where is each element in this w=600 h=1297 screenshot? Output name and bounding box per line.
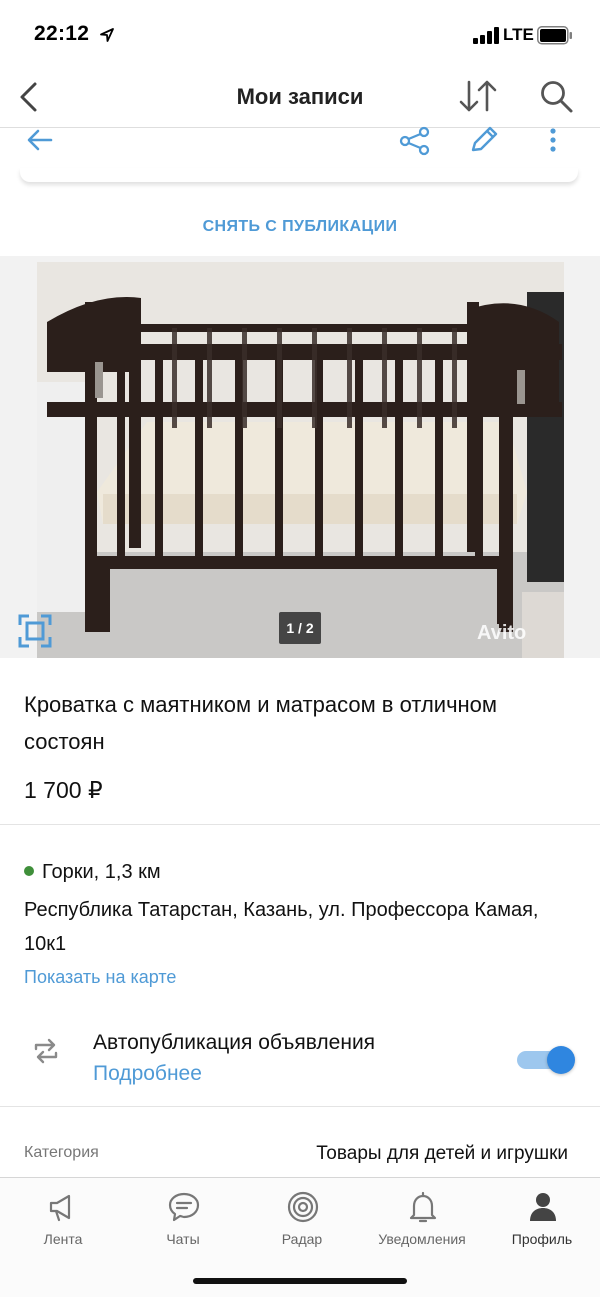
photo-counter: 1 / 2 xyxy=(279,612,321,644)
share-icon[interactable] xyxy=(398,126,432,156)
divider xyxy=(0,824,600,825)
location-arrow-icon xyxy=(100,28,114,42)
signal-icon xyxy=(473,27,501,44)
address: Республика Татарстан, Казань, ул. Профес… xyxy=(24,899,539,955)
metro-dot-icon xyxy=(24,866,34,876)
profile-icon xyxy=(530,1193,556,1221)
radar-icon xyxy=(287,1191,319,1223)
crib-photo xyxy=(37,262,564,658)
metro-station: Горки, 1,3 км xyxy=(24,861,161,884)
more-options-icon[interactable] xyxy=(545,126,561,156)
navigation-bar: Мои записи xyxy=(0,70,600,128)
autopublish-title: Автопубликация объявления xyxy=(93,1031,376,1054)
tab-label: Уведомления xyxy=(378,1231,466,1247)
edit-pencil-icon[interactable] xyxy=(467,124,501,156)
back-arrow-icon[interactable] xyxy=(25,128,57,154)
tab-chats[interactable]: Чаты xyxy=(123,1178,243,1258)
avito-watermark: Avito xyxy=(477,622,527,644)
divider xyxy=(0,1106,600,1107)
home-indicator xyxy=(193,1278,407,1284)
megaphone-icon xyxy=(49,1194,71,1222)
sort-icon[interactable] xyxy=(457,78,501,114)
chat-icon xyxy=(168,1192,200,1222)
category-value: Товары для детей и игрушки xyxy=(316,1143,568,1164)
category-label: Категория xyxy=(24,1144,99,1161)
tab-profile[interactable]: Профиль xyxy=(482,1178,600,1258)
tab-radar[interactable]: Радар xyxy=(242,1178,362,1258)
page-title: Мои записи xyxy=(236,84,364,109)
fullscreen-icon[interactable] xyxy=(17,613,53,649)
tab-label: Лента xyxy=(43,1231,83,1247)
autopublish-more-link[interactable]: Подробнее xyxy=(93,1062,202,1086)
autopublish-toggle[interactable] xyxy=(517,1046,575,1074)
unpublish-button[interactable]: СНЯТЬ С ПУБЛИКАЦИИ xyxy=(0,218,600,236)
search-icon[interactable] xyxy=(538,78,574,114)
status-bar: 22:12 LTE xyxy=(0,0,600,70)
repeat-icon xyxy=(34,1038,58,1064)
ad-title: Кроватка с маятником и матрасом в отличн… xyxy=(24,692,498,754)
ad-price: 1 700 ₽ xyxy=(24,777,103,803)
photo-gallery[interactable]: 1 / 2 Avito xyxy=(0,256,600,658)
tab-label: Чаты xyxy=(166,1231,200,1247)
tab-label: Радар xyxy=(281,1231,323,1247)
tab-notifications[interactable]: Уведомления xyxy=(362,1178,482,1258)
battery-icon xyxy=(537,26,572,45)
bell-icon xyxy=(409,1191,437,1223)
show-on-map-link[interactable]: Показать на карте xyxy=(24,967,176,988)
network-type: LTE xyxy=(503,25,534,44)
tab-label: Профиль xyxy=(511,1231,573,1247)
tab-feed[interactable]: Лента xyxy=(3,1178,123,1258)
metro-label: Горки, 1,3 км xyxy=(42,861,161,883)
toolbar-shadow xyxy=(20,168,578,182)
toggle-knob xyxy=(547,1046,575,1074)
status-time: 22:12 xyxy=(34,22,90,45)
